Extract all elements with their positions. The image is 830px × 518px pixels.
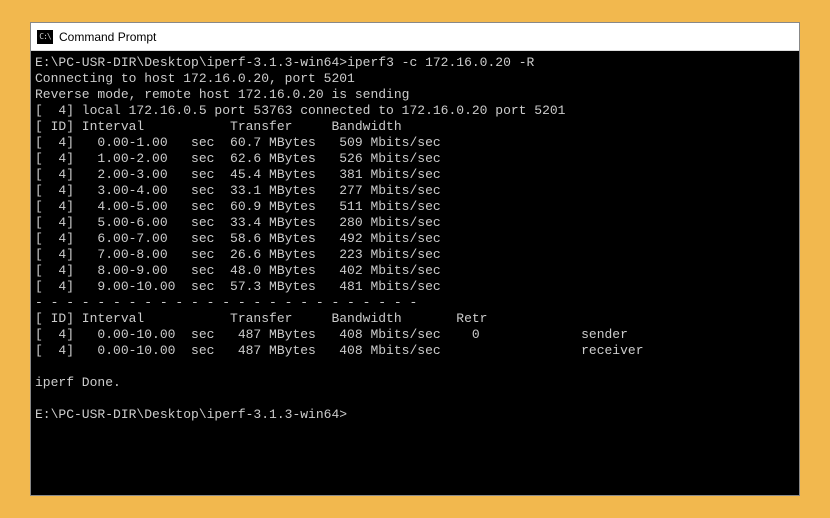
header-line: [ ID] Interval Transfer Bandwidth: [35, 119, 402, 134]
titlebar[interactable]: C:\ Command Prompt: [31, 23, 799, 51]
prompt-line: E:\PC-USR-DIR\Desktop\iperf-3.1.3-win64>…: [35, 55, 534, 70]
data-row: [ 4] 4.00-5.00 sec 60.9 MBytes 511 Mbits…: [35, 199, 441, 214]
data-row: [ 4] 7.00-8.00 sec 26.6 MBytes 223 Mbits…: [35, 247, 441, 262]
done-line: iperf Done.: [35, 375, 121, 390]
header-line: [ ID] Interval Transfer Bandwidth Retr: [35, 311, 487, 326]
prompt-line: E:\PC-USR-DIR\Desktop\iperf-3.1.3-win64>: [35, 407, 347, 422]
command-prompt-window: C:\ Command Prompt E:\PC-USR-DIR\Desktop…: [30, 22, 800, 496]
divider-line: - - - - - - - - - - - - - - - - - - - - …: [35, 295, 417, 310]
local-line: [ 4] local 172.16.0.5 port 53763 connect…: [35, 103, 566, 118]
summary-row: [ 4] 0.00-10.00 sec 487 MBytes 408 Mbits…: [35, 327, 628, 342]
window-title: Command Prompt: [59, 30, 156, 44]
data-row: [ 4] 1.00-2.00 sec 62.6 MBytes 526 Mbits…: [35, 151, 441, 166]
terminal-icon: C:\: [37, 30, 53, 44]
reverse-line: Reverse mode, remote host 172.16.0.20 is…: [35, 87, 409, 102]
summary-row: [ 4] 0.00-10.00 sec 487 MBytes 408 Mbits…: [35, 343, 644, 358]
data-row: [ 4] 8.00-9.00 sec 48.0 MBytes 402 Mbits…: [35, 263, 441, 278]
connecting-line: Connecting to host 172.16.0.20, port 520…: [35, 71, 355, 86]
data-row: [ 4] 9.00-10.00 sec 57.3 MBytes 481 Mbit…: [35, 279, 441, 294]
data-row: [ 4] 0.00-1.00 sec 60.7 MBytes 509 Mbits…: [35, 135, 441, 150]
terminal-output[interactable]: E:\PC-USR-DIR\Desktop\iperf-3.1.3-win64>…: [31, 51, 799, 495]
data-row: [ 4] 2.00-3.00 sec 45.4 MBytes 381 Mbits…: [35, 167, 441, 182]
data-row: [ 4] 6.00-7.00 sec 58.6 MBytes 492 Mbits…: [35, 231, 441, 246]
data-row: [ 4] 5.00-6.00 sec 33.4 MBytes 280 Mbits…: [35, 215, 441, 230]
data-row: [ 4] 3.00-4.00 sec 33.1 MBytes 277 Mbits…: [35, 183, 441, 198]
